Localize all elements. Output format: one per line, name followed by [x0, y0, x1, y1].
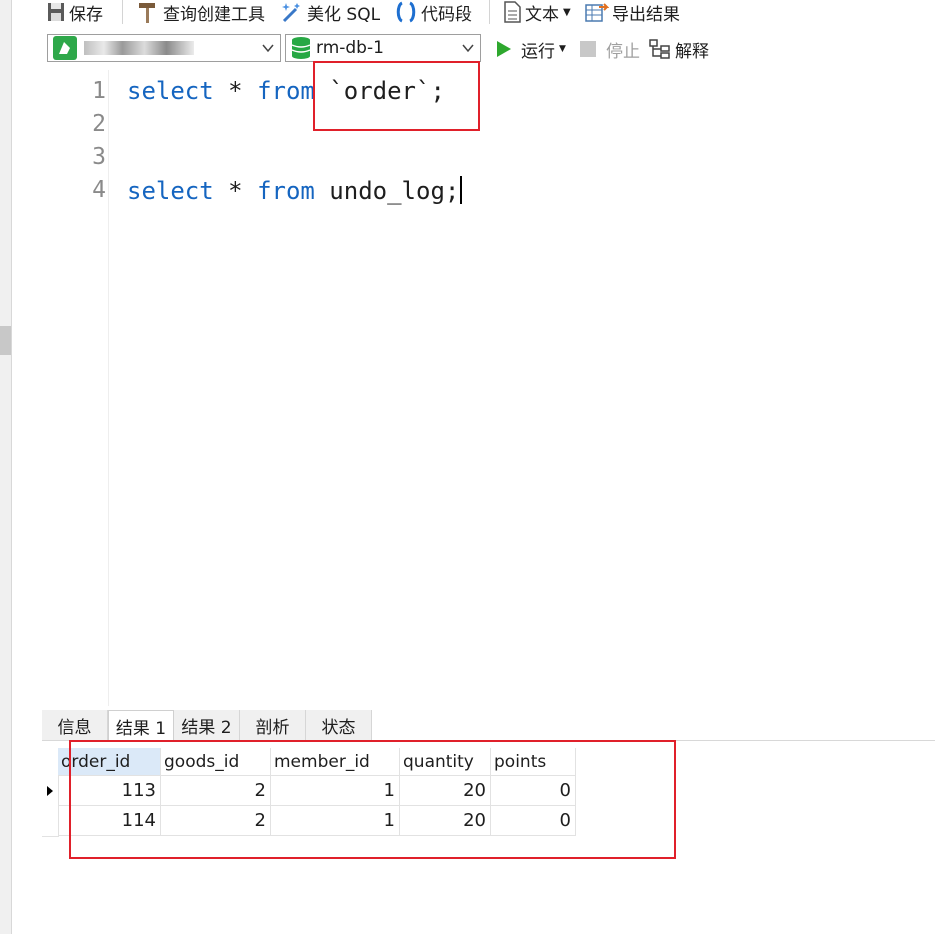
keyword-select: select	[127, 177, 214, 205]
explain-label: 解释	[675, 41, 709, 62]
play-icon	[497, 41, 511, 57]
main-toolbar: 保存 查询创建工具 美化 SQL 代码段 文本 ▼ 导出结果	[42, 0, 935, 25]
explain-button[interactable]: 解释	[648, 37, 709, 62]
chevron-down-icon	[262, 44, 274, 53]
tab-profile[interactable]: 剖析	[240, 710, 306, 740]
highlight-box-order	[313, 61, 480, 131]
database-icon	[291, 37, 311, 59]
row-header[interactable]	[42, 806, 59, 837]
connection-select[interactable]	[47, 34, 281, 62]
tab-info[interactable]: 信息	[42, 710, 108, 740]
save-button[interactable]: 保存	[46, 0, 103, 25]
export-results-label: 导出结果	[612, 4, 680, 25]
text-mode-button[interactable]: 文本 ▼	[502, 0, 571, 25]
beautify-sql-button[interactable]: 美化 SQL	[280, 0, 381, 25]
line-number: 2	[92, 111, 106, 137]
code-text: *	[213, 77, 258, 105]
code-snippet-label: 代码段	[421, 4, 472, 25]
database-name: rm-db-1	[316, 38, 384, 58]
hammer-icon	[139, 3, 155, 23]
keyword-from: from	[257, 177, 315, 205]
toolbar-divider	[122, 0, 123, 24]
query-builder-button[interactable]: 查询创建工具	[136, 0, 265, 25]
line-number: 3	[92, 144, 106, 170]
stop-label: 停止	[606, 41, 640, 62]
chevron-down-icon: ▼	[559, 44, 566, 54]
database-select[interactable]: rm-db-1	[285, 34, 481, 62]
toolbar-divider	[489, 0, 490, 24]
braces-icon	[396, 1, 416, 23]
run-button[interactable]: 运行 ▼	[494, 37, 566, 62]
query-builder-label: 查询创建工具	[163, 4, 265, 25]
chevron-down-icon: ▼	[563, 6, 571, 18]
text-caret	[460, 176, 463, 204]
keyword-from: from	[257, 77, 315, 105]
beautify-sql-label: 美化 SQL	[307, 4, 381, 25]
code-line-4: select * from undo_log;	[127, 176, 463, 205]
export-results-button[interactable]: 导出结果	[585, 0, 680, 25]
save-icon	[48, 3, 64, 21]
row-pointer-icon	[47, 786, 53, 796]
stop-icon	[580, 41, 596, 57]
sql-editor[interactable]: 1 2 3 4 select * from `order`; select * …	[42, 70, 935, 706]
save-label: 保存	[69, 4, 103, 25]
tab-result-1[interactable]: 结果 1	[108, 710, 174, 741]
stop-button[interactable]: 停止	[579, 37, 640, 62]
line-number: 1	[92, 78, 106, 104]
document-icon	[504, 1, 521, 23]
keyword-select: select	[127, 77, 214, 105]
grid-corner	[42, 748, 59, 777]
code-text: *	[213, 177, 258, 205]
left-scroll-strip	[0, 0, 12, 934]
explain-icon	[649, 39, 670, 59]
highlight-box-results	[69, 740, 676, 859]
tab-status[interactable]: 状态	[306, 710, 372, 740]
connection-icon	[53, 36, 77, 60]
text-mode-label: 文本	[525, 4, 559, 25]
line-number-gutter: 1 2 3 4	[42, 70, 109, 706]
code-snippet-button[interactable]: 代码段	[394, 0, 472, 25]
connection-toolbar: rm-db-1 运行 ▼ 停止 解释	[42, 32, 935, 66]
row-header[interactable]	[42, 776, 59, 807]
line-number: 4	[92, 177, 106, 203]
magic-wand-icon	[282, 3, 300, 23]
tab-result-2[interactable]: 结果 2	[174, 710, 240, 740]
run-label: 运行	[521, 41, 555, 62]
chevron-down-icon	[462, 44, 474, 53]
connection-name-redacted	[84, 41, 194, 55]
splitter-handle[interactable]	[0, 326, 11, 355]
code-text: undo_log;	[314, 177, 460, 205]
result-tabs: 信息 结果 1 结果 2 剖析 状态	[42, 708, 935, 741]
export-icon	[585, 3, 609, 22]
